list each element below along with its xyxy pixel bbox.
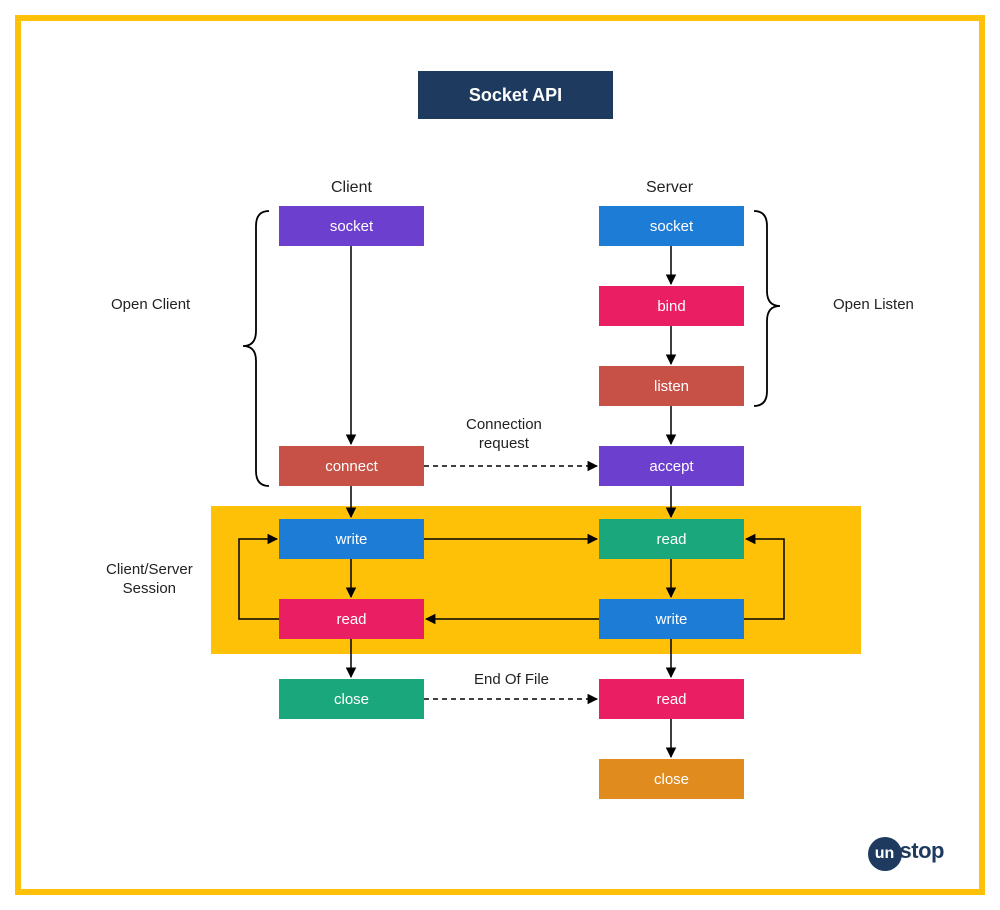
logo-text: stop [900,838,944,864]
annotation-connection-request: Connection request [466,416,542,454]
diagram-title: Socket API [418,71,613,119]
logo-circle: un [868,837,902,871]
annotation-eof: End Of File [474,671,549,690]
server-listen-node: listen [599,366,744,406]
column-label-server: Server [646,179,693,197]
client-read-node: read [279,599,424,639]
client-write-node: write [279,519,424,559]
logo: un stop [868,837,944,871]
client-connect-node: connect [279,446,424,486]
server-read1-node: read [599,519,744,559]
annotation-open-listen: Open Listen [833,296,914,315]
server-write-node: write [599,599,744,639]
arrows-layer [21,21,991,901]
client-socket-node: socket [279,206,424,246]
server-read2-node: read [599,679,744,719]
server-socket-node: socket [599,206,744,246]
annotation-session: Client/Server Session [106,561,193,599]
server-accept-node: accept [599,446,744,486]
brace-open-client [243,211,269,486]
server-close-node: close [599,759,744,799]
brace-open-listen [754,211,780,406]
annotation-open-client: Open Client [111,296,190,315]
client-close-node: close [279,679,424,719]
column-label-client: Client [331,179,372,197]
server-bind-node: bind [599,286,744,326]
diagram-frame: Socket API Client Server socket connect … [15,15,985,895]
